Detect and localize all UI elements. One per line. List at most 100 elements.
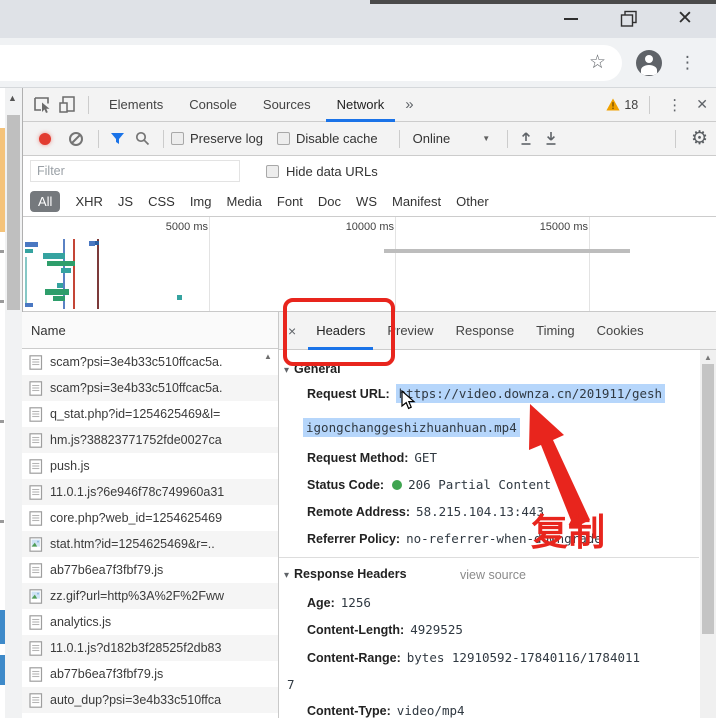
import-har-icon[interactable] xyxy=(515,128,537,150)
console-warning-badge[interactable]: 18 xyxy=(606,98,638,112)
table-row[interactable]: analytics.js xyxy=(22,609,278,635)
section-divider xyxy=(279,557,699,558)
annotation-circle-headers xyxy=(283,298,395,366)
scroll-up-arrow-icon[interactable]: ▲ xyxy=(8,93,17,103)
profile-avatar[interactable] xyxy=(636,50,662,76)
file-type-icon xyxy=(29,563,43,578)
list-scroll-up-icon[interactable]: ▲ xyxy=(264,352,272,361)
devtools-tab[interactable]: Elements xyxy=(96,88,176,122)
clear-icon[interactable] xyxy=(69,132,83,146)
table-row[interactable]: auto_dup?psi=3e4b33c510ffca xyxy=(22,687,278,713)
requests-list: scam?psi=3e4b33c510ffcac5a. scam?psi=3e4… xyxy=(22,349,278,718)
details-scrollbar-thumb[interactable] xyxy=(702,364,714,634)
table-row[interactable]: hm.js?38823771752fde0027ca xyxy=(22,427,278,453)
type-filter[interactable]: Media xyxy=(226,194,261,209)
gridline xyxy=(589,217,590,312)
table-row[interactable]: push.js xyxy=(22,453,278,479)
type-filter[interactable]: CSS xyxy=(148,194,175,209)
record-icon[interactable] xyxy=(39,133,51,145)
details-scrollbar[interactable]: ▲ xyxy=(700,350,716,718)
restore-icon[interactable] xyxy=(620,10,638,33)
request-name: hm.js?38823771752fde0027ca xyxy=(50,433,222,447)
devtools-close-icon[interactable]: ✕ xyxy=(692,96,716,113)
request-url-value[interactable]: https://video.downza.cn/201911/gesh xyxy=(396,384,665,403)
table-row[interactable]: 11.0.1.js?d182b3f28525f2db83 xyxy=(22,635,278,661)
details-tab[interactable]: Cookies xyxy=(586,312,655,350)
page-scrollbar-thumb[interactable] xyxy=(7,115,20,310)
type-filter[interactable]: WS xyxy=(356,194,377,209)
devtools-menu-icon[interactable]: ⋮ xyxy=(657,96,692,114)
disable-cache-checkbox[interactable] xyxy=(277,132,290,145)
header-label: Referrer Policy: xyxy=(307,532,400,546)
address-bar[interactable] xyxy=(0,45,622,81)
table-row[interactable] xyxy=(22,713,278,718)
request-type-filters: All XHR JS CSS Img Media Font Doc WS Manifest Othe… xyxy=(23,186,716,217)
export-har-icon[interactable] xyxy=(540,128,562,150)
hide-data-urls-checkbox[interactable] xyxy=(266,165,279,178)
type-filter[interactable]: Img xyxy=(190,194,212,209)
details-tab[interactable]: Response xyxy=(445,312,526,350)
filter-input[interactable] xyxy=(30,160,240,182)
table-row[interactable]: q_stat.php?id=1254625469&l= xyxy=(22,401,278,427)
table-row[interactable]: core.php?web_id=1254625469 xyxy=(22,505,278,531)
table-row[interactable]: scam?psi=3e4b33c510ffcac5a. xyxy=(22,349,278,375)
table-row[interactable]: stat.htm?id=1254625469&r=.. xyxy=(22,531,278,557)
scroll-up-arrow-icon[interactable]: ▲ xyxy=(704,353,712,362)
devtools-tab[interactable]: Console xyxy=(176,88,250,122)
warning-triangle-icon xyxy=(606,98,620,111)
name-column-header[interactable]: Name xyxy=(22,312,278,349)
header-value: 1256 xyxy=(341,595,371,610)
request-name: core.php?web_id=1254625469 xyxy=(50,511,222,525)
inspect-element-icon[interactable] xyxy=(31,94,53,116)
browser-menu-icon[interactable]: ⋮ xyxy=(679,50,696,76)
header-value: 206 Partial Content xyxy=(408,477,551,492)
filter-funnel-icon[interactable] xyxy=(106,128,128,150)
table-row[interactable]: ab77b6ea7f3fbf79.js xyxy=(22,661,278,687)
request-name: zz.gif?url=http%3A%2F%2Fww xyxy=(50,589,224,603)
gear-icon[interactable]: ⚙ xyxy=(691,127,708,150)
header-label: Status Code: xyxy=(307,478,384,492)
device-toolbar-icon[interactable] xyxy=(56,94,78,116)
details-tab[interactable]: Timing xyxy=(525,312,586,350)
gridline xyxy=(395,217,396,312)
request-name: 11.0.1.js?d182b3f28525f2db83 xyxy=(50,641,221,655)
bookmark-star-icon[interactable]: ☆ xyxy=(589,51,606,74)
type-filter[interactable]: Doc xyxy=(318,194,341,209)
hide-data-urls-group: Hide data URLs xyxy=(266,164,378,179)
type-filter[interactable]: XHR xyxy=(75,194,102,209)
table-row[interactable]: ab77b6ea7f3fbf79.js xyxy=(22,557,278,583)
type-filter[interactable]: Manifest xyxy=(392,194,441,209)
waterfall-bar xyxy=(43,253,65,259)
type-filter[interactable]: Other xyxy=(456,194,489,209)
response-headers-title: Response Headers xyxy=(294,567,407,581)
type-filter[interactable]: Font xyxy=(277,194,303,209)
disclosure-triangle-icon: ▾ xyxy=(284,365,289,376)
table-row[interactable]: 11.0.1.js?6e946f78c749960a31 xyxy=(22,479,278,505)
request-url-value[interactable]: igongchanggeshizhuanhuan.mp4 xyxy=(303,418,520,437)
file-type-icon xyxy=(29,485,43,500)
table-row[interactable]: scam?psi=3e4b33c510ffcac5a. xyxy=(22,375,278,401)
header-label: Remote Address: xyxy=(307,505,410,519)
divider xyxy=(507,130,508,148)
type-filter[interactable]: All xyxy=(30,191,60,212)
type-filter[interactable]: JS xyxy=(118,194,133,209)
response-headers-section-header[interactable]: ▾Response Headers xyxy=(284,567,407,581)
preserve-log-checkbox[interactable] xyxy=(171,132,184,145)
current-request-bar xyxy=(384,249,630,253)
more-tabs-icon[interactable]: » xyxy=(397,96,421,113)
throttling-dropdown[interactable]: Online xyxy=(413,131,451,146)
view-source-link[interactable]: view source xyxy=(460,568,526,582)
waterfall-bar xyxy=(25,249,33,253)
waterfall-bar xyxy=(53,296,65,301)
request-url-row-wrap: igongchanggeshizhuanhuan.mp4 xyxy=(303,420,520,435)
minimize-icon[interactable] xyxy=(564,18,578,20)
search-icon[interactable] xyxy=(131,128,153,150)
devtools-tab[interactable]: Sources xyxy=(250,88,324,122)
devtools-tab[interactable]: Network xyxy=(324,88,398,122)
table-row[interactable]: zz.gif?url=http%3A%2F%2Fww xyxy=(22,583,278,609)
headers-panel: ▾General Request URL:https://video.downz… xyxy=(279,350,716,718)
request-name: stat.htm?id=1254625469&r=.. xyxy=(50,537,215,551)
header-label: Content-Type: xyxy=(307,704,391,718)
chevron-down-icon[interactable]: ▼ xyxy=(482,134,490,143)
close-icon[interactable]: ✕ xyxy=(677,7,693,31)
